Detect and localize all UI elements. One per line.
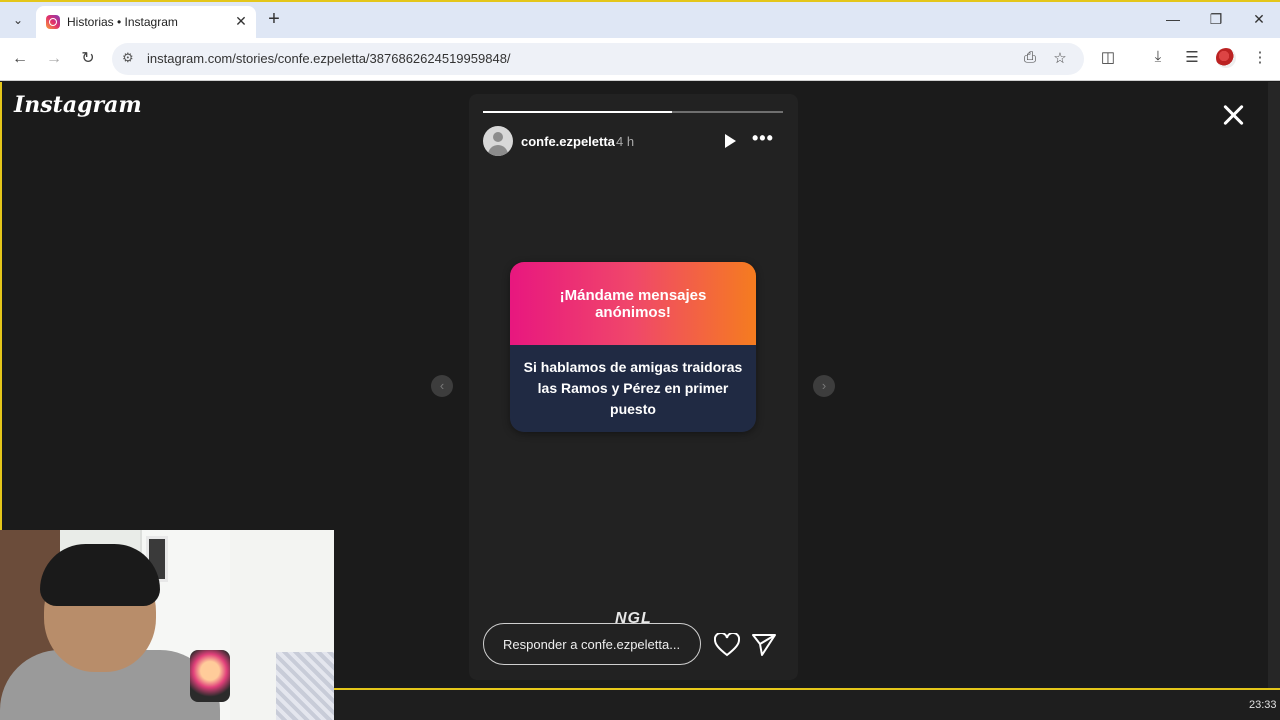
browser-menu-icon[interactable]: ⋮ xyxy=(1249,48,1271,66)
media-control-icon[interactable]: ☰ xyxy=(1181,48,1203,66)
profile-avatar[interactable] xyxy=(1216,48,1236,68)
webcam-bed xyxy=(276,652,334,720)
ngl-question-header: ¡Mándame mensajes anónimos! xyxy=(510,262,756,345)
more-icon[interactable]: ••• xyxy=(752,128,774,149)
next-story-icon[interactable]: › xyxy=(813,375,835,397)
new-tab-icon[interactable]: + xyxy=(264,8,284,30)
story-progress-bar xyxy=(483,111,783,113)
instagram-icon xyxy=(46,15,60,29)
send-icon[interactable] xyxy=(751,632,777,658)
reply-placeholder: Responder a confe.ezpeletta... xyxy=(503,637,681,652)
webcam-person-hair xyxy=(40,544,160,606)
page-scrollbar[interactable] xyxy=(1268,82,1280,688)
minimize-icon[interactable]: — xyxy=(1163,11,1183,27)
recording-border xyxy=(0,82,2,530)
taskbar-clock: 23:33 xyxy=(1249,699,1277,711)
instagram-logo[interactable]: Instagram xyxy=(14,92,142,118)
restore-icon[interactable]: ❐ xyxy=(1206,11,1226,28)
heart-icon[interactable] xyxy=(714,633,740,657)
extensions-icon[interactable]: ◫ xyxy=(1097,48,1119,66)
taskbar-strip xyxy=(334,688,1280,720)
webcam-microphone-light xyxy=(190,650,230,702)
avatar[interactable] xyxy=(483,126,513,156)
downloads-icon[interactable]: ⤓ xyxy=(1147,48,1169,65)
previous-story-icon[interactable]: ‹ xyxy=(431,375,453,397)
address-bar[interactable]: ⚙ instagram.com/stories/confe.ezpeletta/… xyxy=(112,43,1084,75)
webcam-overlay xyxy=(0,530,334,720)
ngl-answer-text: Si hablamos de amigas traidoras las Ramo… xyxy=(523,359,743,417)
tab-search-chevron-icon[interactable]: ⌄ xyxy=(8,10,28,30)
window-close-icon[interactable]: ✕ xyxy=(1249,11,1269,28)
browser-tab-bar: ⌄ Historias • Instagram ✕ + — ❐ ✕ xyxy=(0,0,1280,40)
back-arrow-icon[interactable]: ← xyxy=(9,48,31,70)
site-settings-icon[interactable]: ⚙ xyxy=(122,50,134,66)
ngl-answer-body: Si hablamos de amigas traidoras las Ramo… xyxy=(510,345,756,432)
forward-arrow-icon[interactable]: → xyxy=(43,48,65,70)
story-username[interactable]: confe.ezpeletta xyxy=(521,134,615,149)
story-progress-fill xyxy=(483,111,672,113)
reply-input[interactable]: Responder a confe.ezpeletta... xyxy=(483,623,701,665)
tab-title: Historias • Instagram xyxy=(67,15,178,29)
story-viewer: confe.ezpeletta 4 h ••• ¡Mándame mensaje… xyxy=(469,94,798,680)
story-timestamp: 4 h xyxy=(616,134,635,149)
browser-toolbar: ← → ↻ ⚙ instagram.com/stories/confe.ezpe… xyxy=(0,38,1280,81)
ngl-question-card: ¡Mándame mensajes anónimos! Si hablamos … xyxy=(510,262,756,432)
browser-tab-active[interactable]: Historias • Instagram ✕ xyxy=(36,6,256,40)
play-icon[interactable] xyxy=(725,134,736,148)
bookmark-star-icon[interactable]: ☆ xyxy=(1050,49,1070,67)
install-app-icon[interactable]: ⎙ xyxy=(1020,49,1040,66)
ngl-question-text: ¡Mándame mensajes anónimos! xyxy=(559,286,707,321)
url-text[interactable]: instagram.com/stories/confe.ezpeletta/38… xyxy=(147,51,511,66)
tab-close-icon[interactable]: ✕ xyxy=(233,13,249,30)
reload-icon[interactable]: ↻ xyxy=(77,48,99,70)
close-icon[interactable] xyxy=(1218,100,1248,130)
screen: ⌄ Historias • Instagram ✕ + — ❐ ✕ ← → ↻ … xyxy=(0,0,1280,720)
